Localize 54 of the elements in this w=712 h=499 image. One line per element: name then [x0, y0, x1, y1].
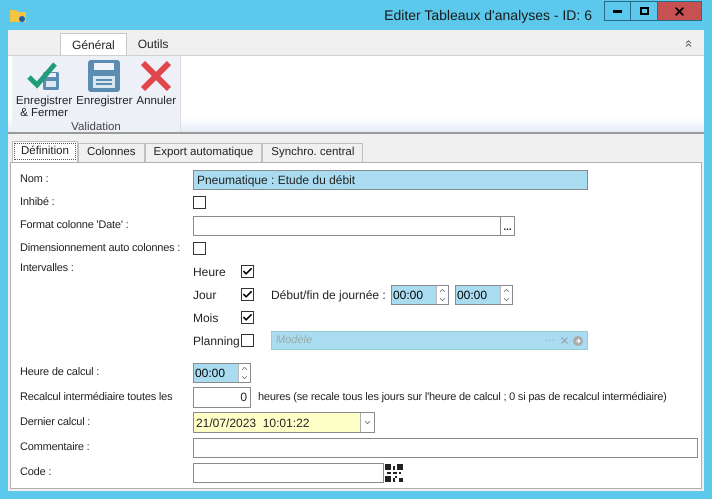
ellipsis-button[interactable]: ...	[501, 216, 515, 236]
collapse-ribbon-icon[interactable]	[683, 38, 694, 49]
dropdown-icon	[363, 418, 372, 427]
checkbox[interactable]	[193, 242, 206, 255]
ribbon-button[interactable]: Enregistrer & Fermer	[16, 60, 72, 119]
form-tab[interactable]: Export automatique	[144, 143, 262, 162]
form-tab[interactable]: Colonnes	[78, 143, 145, 162]
checkbox[interactable]	[241, 265, 254, 278]
field-label: Inhibé :	[20, 195, 56, 210]
time-spinner[interactable]: 00:00	[455, 284, 513, 304]
ribbon-button[interactable]: Enregistrer	[76, 60, 132, 107]
clear-icon	[559, 335, 570, 346]
hours-hint: heures (se recale tous les jours sur l'heure de calcul ; 0 si pas de recalcul intermédiaire)	[258, 390, 667, 406]
ribbon-button[interactable]: Annuler	[136, 60, 176, 107]
close-button[interactable]	[658, 1, 702, 21]
field-label: Recalcul intermédiaire toutes les	[20, 390, 174, 406]
field-label: Code :	[20, 465, 52, 480]
text-field[interactable]	[193, 216, 501, 236]
ribbon-tab[interactable]: Général	[60, 33, 127, 55]
field-label: Heure de calcul :	[20, 365, 100, 380]
interval-label: Planning	[193, 332, 241, 350]
checkbox[interactable]	[241, 288, 254, 301]
text-field[interactable]: Pneumatique : Etude du débit	[193, 170, 588, 190]
checkbox[interactable]	[241, 311, 254, 324]
qr-code-icon[interactable]	[385, 464, 403, 482]
close-icon	[140, 60, 172, 92]
close-icon	[673, 4, 686, 18]
text-field[interactable]	[193, 462, 384, 482]
window-title: Editer Tableaux d'analyses - ID: 6	[384, 6, 592, 25]
interval-label: Mois	[193, 310, 220, 326]
checkbox[interactable]	[241, 334, 254, 347]
field-label: Nom :	[20, 172, 50, 188]
arrow-circle-icon	[573, 336, 583, 346]
field-label: Format colonne 'Date' :	[20, 218, 130, 234]
text-field[interactable]	[193, 438, 698, 458]
form-tab[interactable]: Définition	[12, 141, 78, 162]
field-label: Dernier calcul :	[20, 415, 92, 430]
folder-icon	[10, 8, 26, 22]
group-label: Validation	[71, 120, 121, 135]
interval-label: Jour	[193, 286, 218, 304]
checkbox[interactable]	[193, 196, 206, 209]
field-label: Commentaire :	[20, 440, 91, 456]
field-label: Dimensionnement auto colonnes :	[20, 241, 182, 256]
minimize-button[interactable]	[604, 1, 631, 21]
number-field[interactable]: 0	[193, 387, 251, 408]
time-spinner[interactable]: 00:00	[193, 362, 251, 382]
field-label: Intervalles :	[20, 261, 75, 276]
form-tab[interactable]: Synchro. central	[262, 143, 364, 162]
date-field[interactable]: 21/07/2023 10:01:22	[193, 412, 375, 433]
interval-label: Heure	[193, 264, 227, 280]
time-spinner[interactable]: 00:00	[391, 284, 449, 304]
checkmark-floppy-icon	[27, 60, 62, 92]
ribbon-tab[interactable]: Outils	[126, 33, 180, 55]
day-bounds-label: Début/fin de journée :	[271, 286, 385, 304]
